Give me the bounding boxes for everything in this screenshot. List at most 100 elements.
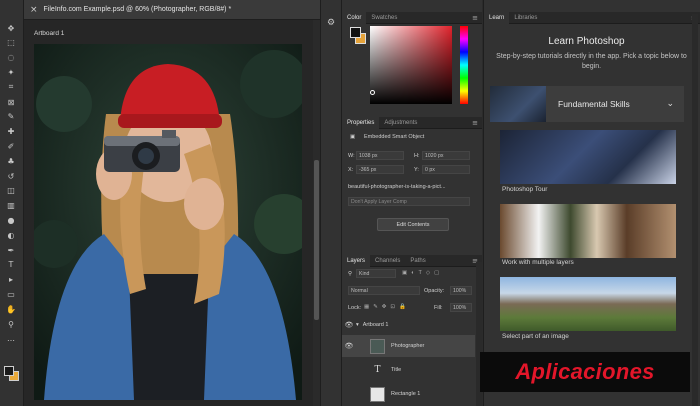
tab-adjustments[interactable]: Adjustments: [379, 117, 422, 129]
healing-icon[interactable]: ✚: [4, 126, 18, 138]
layer-thumbnail: [370, 338, 385, 354]
layer-row-title[interactable]: T Title: [342, 359, 475, 381]
h-label: H:: [414, 153, 420, 159]
layer-row-artboard[interactable]: 👁 ▾ Artboard 1: [342, 318, 475, 332]
layer-comp-select[interactable]: Don't Apply Layer Comp: [348, 197, 470, 206]
tab-properties[interactable]: Properties: [342, 116, 380, 129]
tutorial-label[interactable]: Photoshop Tour: [502, 186, 547, 193]
visibility-eye-icon[interactable]: 👁: [342, 342, 356, 350]
learn-description: Step-by-step tutorials directly in the a…: [496, 53, 687, 70]
fill-field[interactable]: 100%: [450, 303, 472, 312]
path-select-icon[interactable]: ▸: [4, 274, 18, 286]
tools-panel: ✥ ⬚ ◌ ✦ ⌗ ⊠ ✎ ✚ ✐ ♣ ↺ ◫ ▥ ● ◐ ✒ T ▸ ▭ ✋ ⚲ …: [0, 0, 24, 406]
history-brush-icon[interactable]: ↺: [4, 170, 18, 182]
layer-row-photographer[interactable]: 👁 Photographer: [342, 335, 475, 357]
width-field[interactable]: 1038 px: [356, 151, 404, 160]
fill-label: Fill:: [434, 305, 443, 311]
layer-filter-icons[interactable]: ▣◐T◇▢: [402, 270, 443, 276]
pen-icon[interactable]: ✒: [4, 244, 18, 256]
opacity-label: Opacity:: [424, 288, 445, 294]
dodge-icon[interactable]: ◐: [4, 229, 18, 241]
frame-icon[interactable]: ⊠: [4, 96, 18, 108]
marquee-icon[interactable]: ⬚: [4, 37, 18, 49]
tab-color[interactable]: Color: [342, 11, 367, 24]
photographer-image: [34, 44, 302, 400]
layer-name: Artboard 1: [362, 322, 389, 328]
hue-slider[interactable]: [460, 26, 468, 104]
object-type: Embedded Smart Object: [364, 134, 425, 140]
layers-panel-tabs: Layers Channels Paths ≡: [342, 254, 482, 267]
type-icon[interactable]: T: [4, 259, 18, 271]
lock-icons[interactable]: ▦✎✥⊡🔒: [364, 304, 410, 310]
edit-contents-button[interactable]: Edit Contents: [377, 218, 449, 231]
lasso-icon[interactable]: ◌: [4, 52, 18, 64]
opacity-field[interactable]: 100%: [450, 286, 472, 295]
tab-learn[interactable]: Learn: [484, 11, 510, 24]
height-field[interactable]: 1020 px: [422, 151, 470, 160]
layer-thumbnail: [370, 386, 385, 402]
tab-channels[interactable]: Channels: [370, 255, 405, 267]
move-icon[interactable]: ✥: [4, 22, 18, 34]
x-field[interactable]: -365 px: [356, 165, 404, 174]
zoom-icon[interactable]: ⚲: [4, 318, 18, 330]
document-tab[interactable]: × FileInfo.com Example.psd @ 60% (Photog…: [24, 0, 320, 20]
more-icon[interactable]: …: [4, 333, 18, 345]
learn-scrollbar[interactable]: [692, 14, 698, 406]
chevron-down-icon[interactable]: ⌄: [666, 99, 674, 109]
filter-search-icon[interactable]: ⚲: [348, 271, 352, 277]
eraser-icon[interactable]: ◫: [4, 185, 18, 197]
tab-paths[interactable]: Paths: [405, 255, 430, 267]
close-document-icon[interactable]: ×: [30, 5, 38, 15]
smart-object-icon: ▣: [350, 134, 356, 140]
layer-row-rectangle[interactable]: Rectangle 1: [342, 383, 475, 405]
artboard-photo[interactable]: [34, 44, 302, 400]
picker-cursor[interactable]: [370, 90, 375, 95]
tab-layers[interactable]: Layers: [342, 254, 371, 267]
tutorial-label[interactable]: Work with multiple layers: [502, 259, 574, 266]
filter-kind-select[interactable]: Kind: [356, 269, 396, 278]
tutorial-thumbnail-layers[interactable]: [500, 204, 676, 258]
canvas-scrollbar[interactable]: [313, 20, 320, 406]
rectangle-icon[interactable]: ▭: [4, 288, 18, 300]
layer-name: Photographer: [391, 343, 425, 349]
blur-icon[interactable]: ●: [4, 214, 18, 226]
color-picker-field[interactable]: [370, 26, 452, 104]
stamp-icon[interactable]: ♣: [4, 155, 18, 167]
eyedropper-icon[interactable]: ✎: [4, 111, 18, 123]
artboard-label: Artboard 1: [34, 30, 65, 37]
panel-menu-icon[interactable]: ≡: [472, 119, 478, 127]
visibility-eye-icon[interactable]: 👁: [342, 321, 356, 329]
blend-mode-select[interactable]: Normal: [348, 286, 420, 295]
section-title: Fundamental Skills: [558, 99, 630, 109]
tutorial-label[interactable]: Select part of an image: [502, 333, 569, 340]
tab-libraries[interactable]: Libraries: [509, 12, 542, 24]
x-label: X:: [348, 167, 354, 173]
lock-label: Lock:: [348, 305, 362, 311]
fundamental-skills-section[interactable]: Fundamental Skills ⌄: [490, 86, 684, 122]
learn-title: Learn Photoshop: [548, 36, 625, 47]
hand-icon[interactable]: ✋: [4, 303, 18, 315]
foreground-color-icon[interactable]: [4, 366, 14, 376]
y-label: Y:: [414, 167, 419, 173]
disclosure-arrow-icon[interactable]: ▾: [356, 322, 359, 328]
watermark-text: Aplicaciones: [515, 359, 655, 384]
learn-panel-tabs: Learn Libraries ≡: [484, 11, 700, 24]
layer-name: Rectangle 1: [391, 391, 421, 397]
crop-icon[interactable]: ⌗: [4, 81, 18, 93]
magic-wand-icon[interactable]: ✦: [4, 66, 18, 78]
tab-swatches[interactable]: Swatches: [366, 12, 402, 24]
layer-name: Title: [391, 367, 402, 373]
y-field[interactable]: 0 px: [422, 165, 470, 174]
gradient-icon[interactable]: ▥: [4, 200, 18, 212]
panel-menu-icon[interactable]: ≡: [472, 14, 478, 22]
foreground-color-swatch[interactable]: [350, 27, 361, 38]
tutorial-thumbnail-select[interactable]: [500, 277, 676, 331]
scrollbar-thumb[interactable]: [314, 160, 319, 320]
brush-icon[interactable]: ✐: [4, 140, 18, 152]
panels-column: Color Swatches ≡ Properties Adjustments …: [342, 0, 482, 406]
history-icon[interactable]: ⚙: [327, 18, 335, 28]
section-thumbnail: [490, 86, 546, 122]
watermark-badge: Aplicaciones: [480, 352, 690, 392]
w-label: W:: [348, 153, 355, 159]
tutorial-thumbnail-tour[interactable]: [500, 130, 676, 184]
